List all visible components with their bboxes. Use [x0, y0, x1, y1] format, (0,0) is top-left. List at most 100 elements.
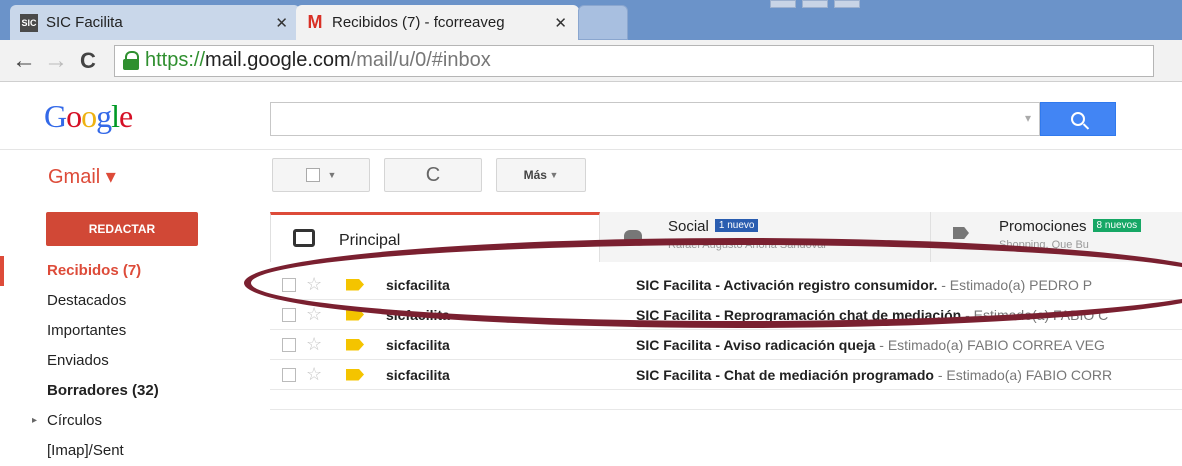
search-button[interactable]: [1040, 102, 1116, 136]
reload-icon[interactable]: C: [72, 45, 104, 77]
sidebar-item-label: Enviados: [47, 352, 109, 369]
star-icon[interactable]: ☆: [306, 364, 322, 385]
forward-arrow-icon[interactable]: →: [40, 45, 72, 77]
email-snippet: - Estimado(a) FABIO CORR: [933, 366, 1113, 383]
sidebar-item-label: [Imap]/Sent: [47, 442, 124, 459]
browser-tab-strip: SIC SIC Facilita ✕ M Recibidos (7) - fco…: [0, 0, 1182, 40]
back-arrow-icon[interactable]: ←: [8, 45, 40, 77]
tab-title: Recibidos (7) - fcorreaveg: [332, 14, 505, 31]
email-list: ☆ sicfacilita SIC Facilita - Activación re…: [270, 270, 1182, 410]
email-snippet: - Estimado(a) FABIO C: [961, 306, 1109, 323]
logo-letter: o: [66, 98, 82, 134]
select-all-button[interactable]: ▼: [272, 158, 370, 192]
gmail-favicon-icon: M: [307, 12, 323, 32]
row-checkbox[interactable]: [282, 277, 296, 292]
importance-marker-icon[interactable]: [346, 368, 364, 381]
close-window-button[interactable]: [834, 0, 860, 8]
sidebar-item-label: Recibidos (7): [47, 262, 142, 279]
email-subject-line: SIC Facilita - Chat de mediación program…: [636, 366, 1113, 383]
email-row[interactable]: ☆ sicfacilita SIC Facilita - Chat de media…: [270, 360, 1182, 390]
sidebar-item-label: Borradores (32): [47, 382, 159, 399]
row-checkbox[interactable]: [282, 307, 296, 322]
star-icon[interactable]: ☆: [306, 334, 322, 355]
row-checkbox[interactable]: [282, 337, 296, 352]
tab-principal[interactable]: Principal: [270, 212, 600, 262]
importance-marker-icon[interactable]: [346, 278, 364, 291]
sidebar-item[interactable]: Importantes: [0, 316, 230, 346]
minimize-button[interactable]: [770, 0, 796, 8]
tab-snippet: Shopping, Que Bu: [999, 239, 1089, 251]
checkbox-icon: [305, 168, 320, 182]
new-count-badge: 1 nuevo: [714, 219, 759, 232]
lock-icon: [123, 50, 139, 71]
more-label: Más: [523, 168, 547, 182]
email-row[interactable]: ☆ sicfacilita SIC Facilita - Reprogramació…: [270, 300, 1182, 330]
tab-gmail-inbox[interactable]: M Recibidos (7) - fcorreaveg ✕: [296, 5, 579, 40]
email-sender: sicfacilita: [386, 336, 450, 353]
row-checkbox[interactable]: [282, 367, 296, 382]
email-row[interactable]: [270, 390, 1182, 410]
sidebar-nav: Recibidos (7) Destacados Importantes Enviad…: [0, 256, 230, 466]
tab-sic-facilita[interactable]: SIC SIC Facilita ✕: [10, 5, 300, 40]
logo-letter: o: [81, 98, 97, 134]
expand-arrow-icon[interactable]: ▸: [32, 406, 37, 436]
logo-letter: G: [44, 98, 67, 134]
more-button[interactable]: Más ▼: [496, 158, 586, 192]
tab-snippet: Rafael Augusto Ariona Sandoval: [668, 239, 826, 251]
sidebar-item[interactable]: Borradores (32): [0, 376, 230, 406]
refresh-icon: C: [425, 163, 441, 186]
new-tab-button[interactable]: [578, 5, 628, 40]
tab-title: SIC Facilita: [46, 14, 123, 31]
sidebar-item[interactable]: Destacados: [0, 286, 230, 316]
sidebar-item-label: Destacados: [47, 292, 127, 309]
browser-toolbar: ← → C https:// mail.google.com /mail/u/0…: [0, 40, 1182, 82]
url-scheme: https://: [145, 49, 206, 71]
close-tab-icon[interactable]: ✕: [275, 14, 288, 32]
tab-promociones[interactable]: Promociones 8 nuevos Shopping, Que Bu: [930, 212, 1182, 262]
email-subject-line: SIC Facilita - Activación registro consu…: [636, 276, 1093, 293]
tab-social[interactable]: Social 1 nuevo Rafael Augusto Ariona Sand…: [600, 212, 930, 262]
logo-letter: e: [119, 98, 133, 134]
sidebar-item[interactable]: ▸ Círculos: [0, 406, 230, 436]
tab-label: Promociones 8 nuevos: [999, 218, 1142, 235]
close-tab-icon[interactable]: ✕: [554, 14, 567, 32]
chevron-down-icon: ▼: [546, 170, 559, 180]
email-subject-line: SIC Facilita - Reprogramación chat de me…: [636, 306, 1109, 323]
sidebar-item[interactable]: [Imap]/Sent: [0, 436, 230, 466]
tab-label: Social 1 nuevo: [668, 218, 759, 235]
importance-marker-icon[interactable]: [346, 308, 364, 321]
tag-icon: [953, 227, 969, 239]
search-input[interactable]: ▾: [270, 102, 1040, 136]
star-icon[interactable]: ☆: [306, 274, 322, 295]
gmail-app-switcher[interactable]: Gmail ▾: [48, 164, 116, 189]
google-logo[interactable]: Google: [44, 98, 133, 135]
email-subject-line: SIC Facilita - Aviso radicación queja - …: [636, 336, 1105, 353]
email-sender: sicfacilita: [386, 306, 450, 323]
new-count-badge: 8 nuevos: [1092, 219, 1142, 232]
compose-button[interactable]: REDACTAR: [46, 212, 198, 246]
maximize-button[interactable]: [802, 0, 828, 8]
url-path: /mail/u/0/#inbox: [350, 49, 491, 71]
email-sender: sicfacilita: [386, 276, 450, 293]
sidebar-item[interactable]: Enviados: [0, 346, 230, 376]
google-header: Google ▾: [0, 82, 1182, 150]
search-icon: [1071, 112, 1085, 126]
sidebar-item-label: Importantes: [47, 322, 127, 339]
email-row[interactable]: ☆ sicfacilita SIC Facilita - Activación re…: [270, 270, 1182, 300]
email-row[interactable]: ☆ sicfacilita SIC Facilita - Aviso radicac…: [270, 330, 1182, 360]
refresh-button[interactable]: C: [384, 158, 482, 192]
email-snippet: - Estimado(a) FABIO CORREA VEG: [875, 336, 1105, 353]
chevron-down-icon: ▼: [327, 170, 337, 180]
importance-marker-icon[interactable]: [346, 338, 364, 351]
url-host: mail.google.com: [205, 49, 351, 71]
inbox-icon: [293, 229, 315, 247]
star-icon[interactable]: ☆: [306, 304, 322, 325]
sidebar-item-label: Círculos: [47, 412, 103, 429]
search-options-caret-icon[interactable]: ▾: [1025, 111, 1031, 125]
email-sender: sicfacilita: [386, 366, 450, 383]
sidebar-item[interactable]: Recibidos (7): [0, 256, 230, 286]
category-tabs: Principal Social 1 nuevo Rafael Augusto A…: [270, 212, 1182, 262]
address-bar[interactable]: https:// mail.google.com /mail/u/0/#inbo…: [114, 44, 1154, 77]
people-icon: [624, 230, 642, 240]
email-snippet: - Estimado(a) PEDRO P: [937, 276, 1093, 293]
